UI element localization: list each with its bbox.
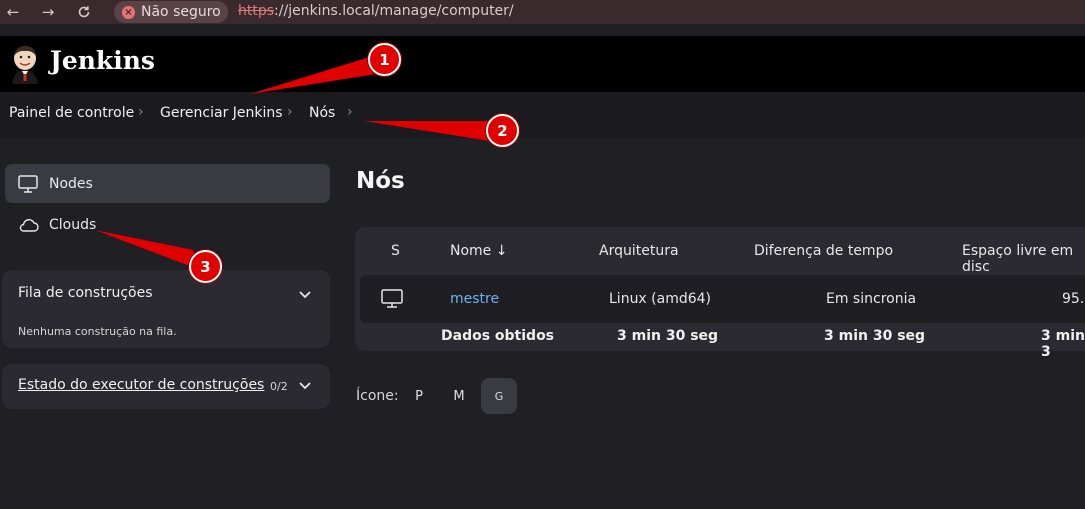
chevron-down-icon[interactable] — [298, 290, 312, 300]
icon-size-small-button[interactable]: P — [401, 378, 437, 414]
back-arrow-icon[interactable]: ← — [2, 1, 24, 23]
sidebar-item-clouds[interactable]: Clouds — [5, 205, 330, 244]
security-indicator[interactable]: × Não seguro — [114, 1, 228, 23]
address-bar[interactable]: https://jenkins.local/manage/computer/ — [238, 3, 514, 19]
breadcrumb-manage-jenkins[interactable]: Gerenciar Jenkins — [160, 105, 283, 121]
table-footer-label: Dados obtidos — [441, 328, 555, 344]
executor-status-title[interactable]: Estado do executor de construções — [18, 377, 264, 393]
table-footer-architecture: 3 min 30 seg — [617, 328, 719, 344]
monitor-icon — [17, 174, 39, 194]
breadcrumb-separator-icon[interactable]: › — [347, 104, 353, 120]
url-path: ://jenkins.local/manage/computer/ — [274, 3, 514, 19]
icon-size-label: Ícone: — [356, 388, 399, 404]
security-label: Não seguro — [141, 4, 221, 20]
reload-icon[interactable] — [73, 1, 95, 23]
node-name-link[interactable]: mestre — [450, 291, 499, 307]
annotation-badge-3: 3 — [189, 250, 222, 283]
insecure-icon: × — [122, 5, 135, 19]
breadcrumb-dashboard[interactable]: Painel de controle — [9, 105, 134, 121]
column-header-architecture[interactable]: Arquitetura — [599, 243, 679, 259]
chevron-down-icon[interactable] — [298, 381, 312, 391]
node-architecture: Linux (amd64) — [609, 291, 712, 307]
executor-count: 0/2 — [270, 380, 288, 393]
breadcrumb-separator-icon: › — [138, 104, 144, 120]
jenkins-logo-icon[interactable] — [8, 44, 42, 84]
node-free-disk: 95.: — [1062, 291, 1085, 307]
build-queue-title[interactable]: Fila de construções — [18, 285, 153, 301]
breadcrumb-separator-icon: › — [287, 104, 293, 120]
column-header-name[interactable]: Nome ↓ — [450, 243, 507, 259]
node-time-difference: Em sincronia — [826, 291, 917, 307]
column-header-free-disk[interactable]: Espaço livre em disc — [962, 243, 1085, 275]
table-footer-free-disk: 3 min 3 — [1041, 328, 1085, 360]
annotation-badge-2: 2 — [486, 114, 519, 147]
forward-arrow-icon[interactable]: → — [37, 1, 59, 23]
annotation-badge-1: 1 — [368, 43, 401, 76]
jenkins-header — [0, 36, 1085, 92]
table-footer-time-difference: 3 min 30 seg — [824, 328, 926, 344]
build-queue-empty-text: Nenhuma construção na fila. — [18, 325, 177, 338]
breadcrumb-nodes[interactable]: Nós — [309, 105, 335, 121]
page-title: Nós — [356, 168, 405, 194]
sidebar-item-label: Nodes — [49, 175, 93, 192]
computer-icon — [381, 289, 403, 308]
column-header-time-difference[interactable]: Diferença de tempo — [754, 243, 893, 259]
sidebar-item-label: Clouds — [49, 216, 97, 233]
jenkins-brand[interactable]: Jenkins — [50, 46, 155, 75]
url-scheme: https — [238, 3, 275, 19]
sidebar-item-nodes[interactable]: Nodes — [5, 164, 330, 203]
icon-size-large-button[interactable]: G — [481, 378, 517, 414]
column-header-status[interactable]: S — [391, 243, 400, 259]
icon-size-medium-button[interactable]: M — [441, 378, 477, 414]
cloud-icon — [17, 215, 39, 235]
